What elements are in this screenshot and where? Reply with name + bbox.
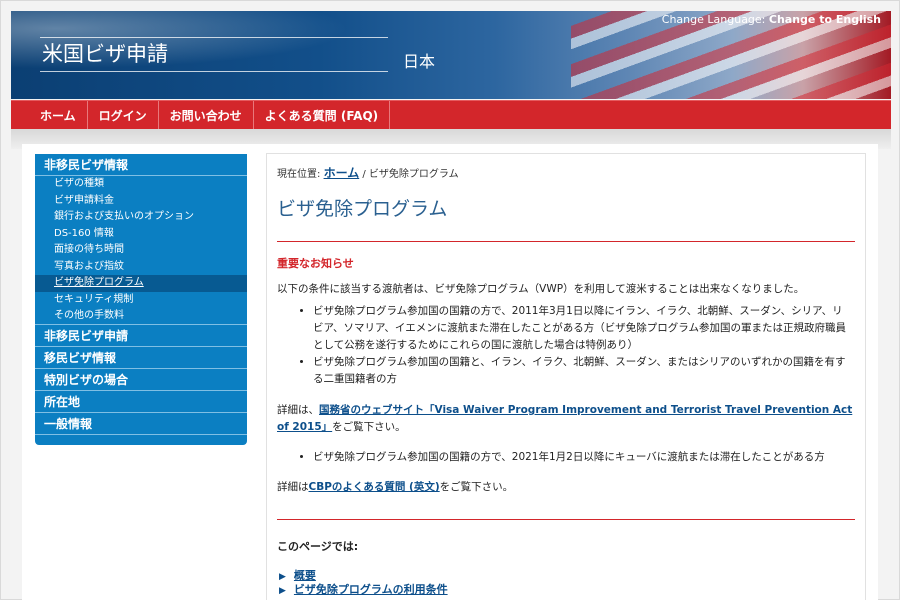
triangle-right-icon: ▶ <box>279 572 286 582</box>
list-item: ビザ免除プログラム参加国の国籍と、イラン、イラク、北朝鮮、スーダン、またはシリア… <box>313 354 853 388</box>
sidebar-item-photos[interactable]: 写真および指紋 <box>35 259 247 276</box>
intro-text: 以下の条件に該当する渡航者は、ビザ免除プログラム（VWP）を利用して渡米すること… <box>277 283 805 295</box>
sidebar-section-nonimmigrant-info[interactable]: 非移民ビザ情報 <box>35 154 247 176</box>
sidebar-section-locations[interactable]: 所在地 <box>35 391 247 413</box>
details-suffix: をご覧下さい。 <box>332 421 406 433</box>
main-area: 非移民ビザ情報 ビザの種類 ビザ申請料金 銀行および支払いのオプション DS-1… <box>22 144 878 600</box>
nav-home[interactable]: ホーム <box>29 101 88 129</box>
main-nav: ホーム ログイン お問い合わせ よくある質問 (FAQ) <box>11 100 891 129</box>
breadcrumb-home-link[interactable]: ホーム <box>324 166 360 180</box>
cbp-suffix: をご覧下さい。 <box>439 481 514 493</box>
in-page-heading: このページでは: <box>277 540 359 553</box>
sidebar-item-other-fees[interactable]: その他の手数料 <box>35 308 247 325</box>
anchor-overview[interactable]: ▶ 概要 <box>277 569 855 583</box>
site-header: 米国ビザ申請 日本 Change Language: Change to Eng… <box>11 11 891 99</box>
sidebar-item-visa-types[interactable]: ビザの種類 <box>35 176 247 193</box>
anchor-label: 概要 <box>293 569 316 582</box>
sidebar-section-immigrant-info[interactable]: 移民ビザ情報 <box>35 347 247 369</box>
sidebar-section-special-cases[interactable]: 特別ビザの場合 <box>35 369 247 391</box>
sidebar-item-visa-fees[interactable]: ビザ申請料金 <box>35 193 247 210</box>
breadcrumb-current: / ビザ免除プログラム <box>359 169 459 180</box>
restriction-list: ビザ免除プログラム参加国の国籍の方で、2011年3月1日以降にイラン、イラク、北… <box>313 303 853 388</box>
change-language-label: Change Language: <box>661 13 769 26</box>
sidebar-item-security[interactable]: セキュリティ規制 <box>35 292 247 309</box>
cbp-text: 詳細はCBPのよくある質問 (英文)をご覧下さい。 <box>277 479 855 496</box>
nav-contact[interactable]: お問い合わせ <box>159 101 254 129</box>
nav-login[interactable]: ログイン <box>88 101 159 129</box>
change-language: Change Language: Change to English <box>662 13 881 26</box>
in-page-links: ▶ 概要 ▶ ビザ免除プログラムの利用条件 <box>277 569 855 597</box>
details-prefix: 詳細は、 <box>277 404 319 416</box>
breadcrumb: 現在位置: ホーム / ビザ免除プログラム <box>277 164 855 181</box>
site-title[interactable]: 米国ビザ申請 <box>40 37 388 72</box>
anchor-eligibility[interactable]: ▶ ビザ免除プログラムの利用条件 <box>277 583 855 597</box>
nav-faq[interactable]: よくある質問 (FAQ) <box>254 101 391 129</box>
cbp-prefix: 詳細は <box>277 481 309 493</box>
sidebar: 非移民ビザ情報 ビザの種類 ビザ申請料金 銀行および支払いのオプション DS-1… <box>35 154 247 445</box>
divider <box>277 241 855 242</box>
sidebar-section-general-info[interactable]: 一般情報 <box>35 413 247 435</box>
change-to-english-link[interactable]: Change to English <box>769 13 881 26</box>
breadcrumb-prefix: 現在位置: <box>277 169 324 180</box>
anchor-label: ビザ免除プログラムの利用条件 <box>293 583 448 596</box>
sidebar-item-ds160[interactable]: DS-160 情報 <box>35 226 247 243</box>
cuba-list: ビザ免除プログラム参加国の国籍の方で、2021年1月2日以降にキューバに渡航また… <box>313 449 838 466</box>
sidebar-item-visa-waiver[interactable]: ビザ免除プログラム <box>35 275 247 292</box>
divider <box>277 519 855 520</box>
details-text: 詳細は、国務省のウェブサイト「Visa Waiver Program Impro… <box>277 402 855 436</box>
sidebar-item-payment-options[interactable]: 銀行および支払いのオプション <box>35 209 247 226</box>
cbp-faq-link[interactable]: CBPのよくある質問 (英文) <box>309 481 440 493</box>
sidebar-item-wait-times[interactable]: 面接の待ち時間 <box>35 242 247 259</box>
country-label: 日本 <box>403 52 436 71</box>
content-panel: 現在位置: ホーム / ビザ免除プログラム ビザ免除プログラム 重要なお知らせ … <box>266 153 866 600</box>
list-item: ビザ免除プログラム参加国の国籍の方で、2011年3月1日以降にイラン、イラク、北… <box>313 303 853 354</box>
sidebar-section-nonimmigrant-apply[interactable]: 非移民ビザ申請 <box>35 325 247 347</box>
triangle-right-icon: ▶ <box>279 586 286 596</box>
list-item: ビザ免除プログラム参加国の国籍の方で、2021年1月2日以降にキューバに渡航また… <box>313 449 838 466</box>
page-title: ビザ免除プログラム <box>277 198 448 220</box>
notice-heading: 重要なお知らせ <box>277 257 354 270</box>
